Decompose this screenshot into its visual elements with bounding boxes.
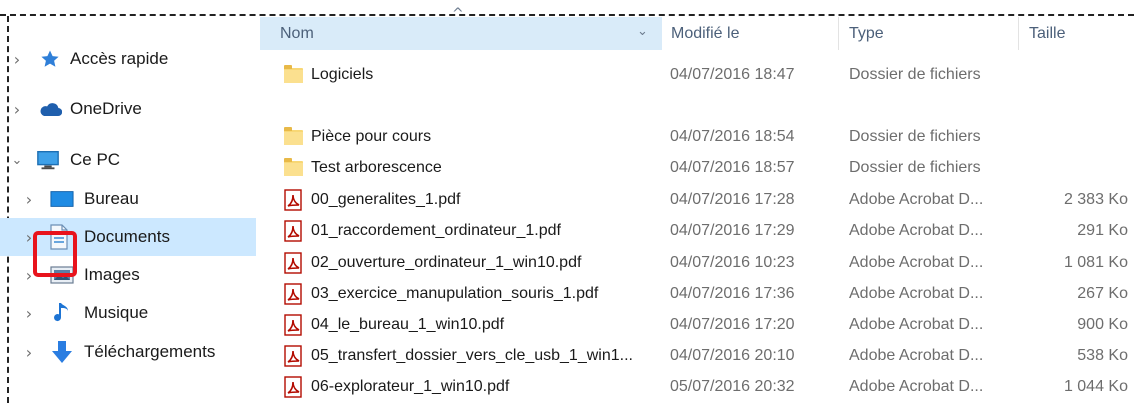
sort-ascending-icon: ^: [452, 6, 464, 22]
chevron-right-icon[interactable]: ›: [22, 190, 36, 209]
file-row[interactable]: 02_ouverture_ordinateur_1_win10.pdf 04/0…: [260, 248, 1134, 279]
file-modified: 04/07/2016 18:57: [670, 159, 795, 176]
column-header-label: Nom: [280, 24, 314, 42]
star-icon: [38, 47, 62, 71]
folder-icon: [282, 157, 304, 179]
nav-label: Musique: [84, 303, 149, 322]
file-size: 538 Ko: [1077, 347, 1128, 364]
file-name: 03_exercice_manupulation_souris_1.pdf: [311, 285, 599, 302]
file-type: Dossier de fichiers: [849, 128, 981, 145]
nav-label: Images: [84, 265, 140, 284]
file-size: 1 044 Ko: [1063, 378, 1128, 395]
file-type: Adobe Acrobat D...: [849, 191, 984, 208]
column-separator[interactable]: [838, 17, 839, 50]
file-modified: 04/07/2016 18:47: [670, 66, 795, 83]
chevron-right-icon[interactable]: ›: [10, 100, 24, 119]
nav-label: Bureau: [84, 189, 139, 208]
file-modified: 04/07/2016 20:10: [670, 347, 795, 364]
highlight-box: [33, 231, 77, 277]
nav-label: Ce PC: [70, 150, 121, 169]
column-separator[interactable]: [1018, 17, 1019, 50]
file-type: Adobe Acrobat D...: [849, 285, 984, 302]
pdf-icon: [282, 220, 304, 242]
file-name: Pièce pour cours: [311, 128, 432, 145]
file-row[interactable]: Pièce pour cours 04/07/2016 18:54 Dossie…: [260, 122, 1134, 153]
file-modified: 04/07/2016 10:23: [670, 254, 795, 271]
column-header-label: Modifié le: [671, 24, 740, 42]
file-name: 06-explorateur_1_win10.pdf: [311, 378, 510, 395]
pdf-icon: [282, 252, 304, 274]
nav-item-onedrive[interactable]: › OneDrive: [0, 90, 256, 128]
folder-icon: [282, 64, 304, 86]
file-modified: 04/07/2016 18:54: [670, 128, 795, 145]
file-size: 900 Ko: [1077, 316, 1128, 333]
file-row[interactable]: Logiciels 04/07/2016 18:47 Dossier de fi…: [260, 60, 1134, 91]
pdf-icon: [282, 376, 304, 398]
file-type: Dossier de fichiers: [849, 159, 981, 176]
file-name: Test arborescence: [311, 159, 442, 176]
nav-item-musique[interactable]: › Musique: [0, 294, 256, 332]
file-modified: 04/07/2016 17:28: [670, 191, 795, 208]
file-size: 291 Ko: [1077, 222, 1128, 239]
column-header-type[interactable]: Type: [838, 17, 1018, 50]
file-modified: 04/07/2016 17:29: [670, 222, 795, 239]
pdf-icon: [282, 345, 304, 367]
file-row[interactable]: 04_le_bureau_1_win10.pdf 04/07/2016 17:2…: [260, 310, 1134, 341]
file-name: 02_ouverture_ordinateur_1_win10.pdf: [311, 254, 582, 271]
nav-item-telechargements[interactable]: › Téléchargements: [0, 333, 256, 371]
nav-label: Téléchargements: [84, 342, 216, 361]
pdf-icon: [282, 283, 304, 305]
chevron-right-icon[interactable]: ›: [10, 50, 24, 69]
nav-label: Documents: [84, 227, 170, 246]
cloud-icon: [38, 97, 62, 121]
file-modified: 05/07/2016 20:32: [670, 378, 795, 395]
file-size: 267 Ko: [1077, 285, 1128, 302]
file-name: Logiciels: [311, 66, 374, 83]
file-name: 01_raccordement_ordinateur_1.pdf: [311, 222, 561, 239]
download-icon: [50, 340, 74, 364]
file-row[interactable]: 00_generalites_1.pdf 04/07/2016 17:28 Ad…: [260, 185, 1134, 216]
navigation-pane: › Accès rapide › OneDrive ⌄ Ce PC › Bure…: [0, 16, 258, 403]
column-header-size[interactable]: Taille: [1018, 17, 1134, 50]
chevron-right-icon[interactable]: ›: [22, 304, 36, 323]
file-name: 05_transfert_dossier_vers_cle_usb_1_win1…: [311, 347, 633, 364]
file-row[interactable]: Test arborescence 04/07/2016 18:57 Dossi…: [260, 153, 1134, 184]
file-row[interactable]: 03_exercice_manupulation_souris_1.pdf 04…: [260, 279, 1134, 310]
desktop-icon: [50, 187, 74, 211]
computer-icon: [36, 148, 60, 172]
nav-item-ce-pc[interactable]: ⌄ Ce PC: [0, 141, 256, 179]
file-modified: 04/07/2016 17:20: [670, 316, 795, 333]
nav-label: Accès rapide: [70, 49, 169, 68]
pdf-icon: [282, 314, 304, 336]
file-modified: 04/07/2016 17:36: [670, 285, 795, 302]
file-type: Adobe Acrobat D...: [849, 378, 984, 395]
file-name: 04_le_bureau_1_win10.pdf: [311, 316, 505, 333]
file-row[interactable]: 06-explorateur_1_win10.pdf 05/07/2016 20…: [260, 372, 1134, 403]
pdf-icon: [282, 189, 304, 211]
file-type: Adobe Acrobat D...: [849, 316, 984, 333]
column-header-modified[interactable]: Modifié le: [662, 17, 838, 50]
folder-icon: [282, 126, 304, 148]
file-type: Adobe Acrobat D...: [849, 347, 984, 364]
file-type: Dossier de fichiers: [849, 66, 981, 83]
file-row[interactable]: 05_transfert_dossier_vers_cle_usb_1_win1…: [260, 341, 1134, 372]
column-header-label: Type: [849, 24, 884, 42]
nav-label: OneDrive: [70, 99, 142, 118]
column-header-label: Taille: [1029, 24, 1066, 42]
nav-item-acces-rapide[interactable]: › Accès rapide: [0, 40, 256, 78]
file-size: 1 081 Ko: [1063, 254, 1128, 271]
file-row[interactable]: 01_raccordement_ordinateur_1.pdf 04/07/2…: [260, 216, 1134, 247]
chevron-down-icon[interactable]: ⌄: [637, 24, 648, 39]
file-type: Adobe Acrobat D...: [849, 254, 984, 271]
chevron-right-icon[interactable]: ›: [22, 343, 36, 362]
music-icon: [50, 301, 74, 325]
chevron-down-icon[interactable]: ⌄: [10, 153, 24, 168]
file-name: 00_generalites_1.pdf: [311, 191, 461, 208]
file-size: 2 383 Ko: [1063, 191, 1128, 208]
nav-item-bureau[interactable]: › Bureau: [0, 180, 256, 218]
file-type: Adobe Acrobat D...: [849, 222, 984, 239]
